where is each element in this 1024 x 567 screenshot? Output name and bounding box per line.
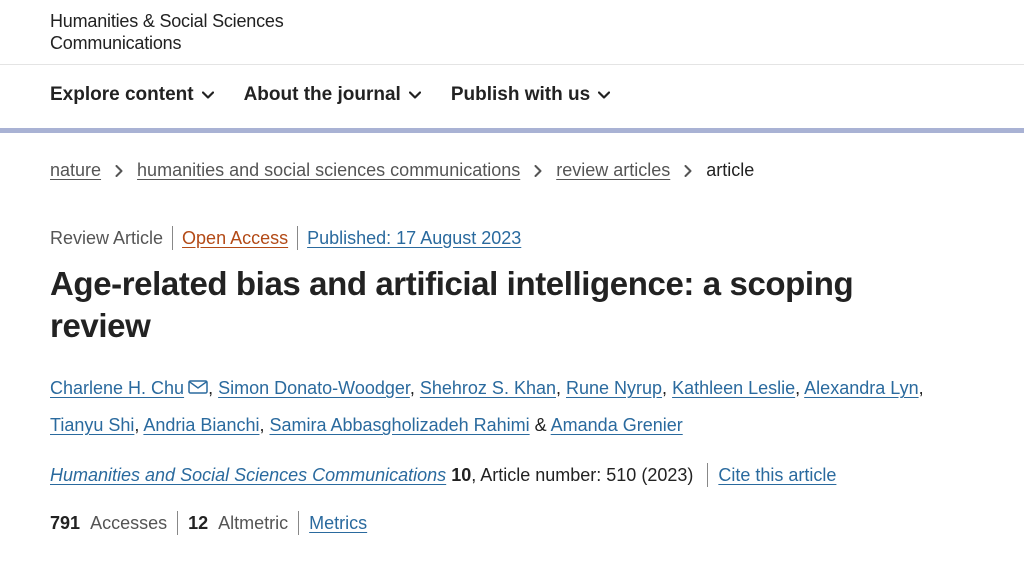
chevron-right-icon [115, 164, 123, 177]
metrics-divider [177, 511, 179, 535]
altmetric-label: Altmetric [218, 512, 289, 533]
article-title: Age-related bias and artificial intellig… [50, 265, 854, 344]
metrics-line: 791 Accesses 12 Altmetric Metrics [50, 511, 367, 535]
author-link[interactable]: Shehroz S. Khan [420, 378, 556, 398]
nav-explore-content-label: Explore content [50, 84, 194, 105]
author-link[interactable]: Andria Bianchi [143, 415, 259, 435]
chevron-right-icon [684, 164, 692, 177]
logo-line-1: Humanities & Social Sciences [50, 11, 284, 31]
chevron-right-icon [534, 164, 542, 177]
nav-about-the-journal-label: About the journal [243, 84, 401, 105]
author-link[interactable]: Amanda Grenier [551, 415, 683, 435]
chevron-down-icon [598, 91, 611, 99]
chevron-down-icon [408, 91, 421, 99]
header-divider [0, 64, 1024, 65]
nav-about-the-journal[interactable]: About the journal [244, 84, 421, 106]
article-type: Review Article [50, 227, 164, 248]
chevron-down-icon [201, 91, 214, 99]
author-separator: , [662, 378, 673, 398]
author-link[interactable]: Samira Abbasgholizadeh Rahimi [269, 415, 529, 435]
author-separator: , [208, 378, 219, 398]
metrics-link[interactable]: Metrics [309, 513, 367, 534]
author-link[interactable]: Alexandra Lyn [804, 378, 918, 398]
nav-explore-content[interactable]: Explore content [50, 84, 214, 106]
published-date-link[interactable]: Published: 17 August 2023 [307, 228, 521, 249]
author-separator: , [409, 378, 420, 398]
logo-line-2: Communications [50, 33, 182, 53]
accesses-count: 791 [50, 512, 81, 533]
citation-divider [707, 463, 709, 487]
breadcrumb-review-articles[interactable]: review articles [556, 160, 670, 181]
citation-line: Humanities and Social Sciences Communica… [50, 463, 836, 487]
breadcrumb: nature humanities and social sciences co… [50, 160, 754, 181]
meta-divider [172, 226, 174, 250]
nav-accent-bar [0, 128, 1024, 133]
meta-divider [297, 226, 299, 250]
author-separator: & [529, 415, 551, 435]
nav-publish-with-us-label: Publish with us [450, 84, 591, 105]
author-link[interactable]: Tianyu Shi [50, 415, 134, 435]
volume-number: 10 [451, 464, 472, 485]
author-separator: , [918, 378, 924, 398]
altmetric-count: 12 [188, 512, 209, 533]
author-list: Charlene H. Chu, Simon Donato-Woodger, S… [50, 370, 950, 444]
breadcrumb-current: article [706, 160, 755, 180]
article-info: , Article number: 510 (2023) [471, 464, 694, 485]
open-access-link[interactable]: Open Access [182, 228, 288, 249]
accesses-label: Accesses [90, 512, 168, 533]
cite-this-article-link[interactable]: Cite this article [718, 465, 836, 486]
author-separator: , [795, 378, 805, 398]
author-link[interactable]: Simon Donato-Woodger [218, 378, 410, 398]
metrics-divider [298, 511, 300, 535]
author-link[interactable]: Charlene H. Chu [50, 378, 184, 398]
article-meta: Review Article Open Access Published: 17… [50, 226, 521, 250]
author-separator: , [555, 378, 566, 398]
author-link[interactable]: Rune Nyrup [566, 378, 662, 398]
author-separator: , [259, 415, 270, 435]
breadcrumb-journal[interactable]: humanities and social sciences communica… [137, 160, 520, 181]
journal-link[interactable]: Humanities and Social Sciences Communica… [50, 465, 446, 486]
main-nav: Explore content About the journal Publis… [50, 84, 611, 106]
mail-icon[interactable] [188, 380, 208, 394]
breadcrumb-nature[interactable]: nature [50, 160, 101, 181]
journal-logo[interactable]: Humanities & Social Sciences Communicati… [50, 10, 284, 54]
author-link[interactable]: Kathleen Leslie [672, 378, 795, 398]
nav-publish-with-us[interactable]: Publish with us [450, 84, 611, 106]
